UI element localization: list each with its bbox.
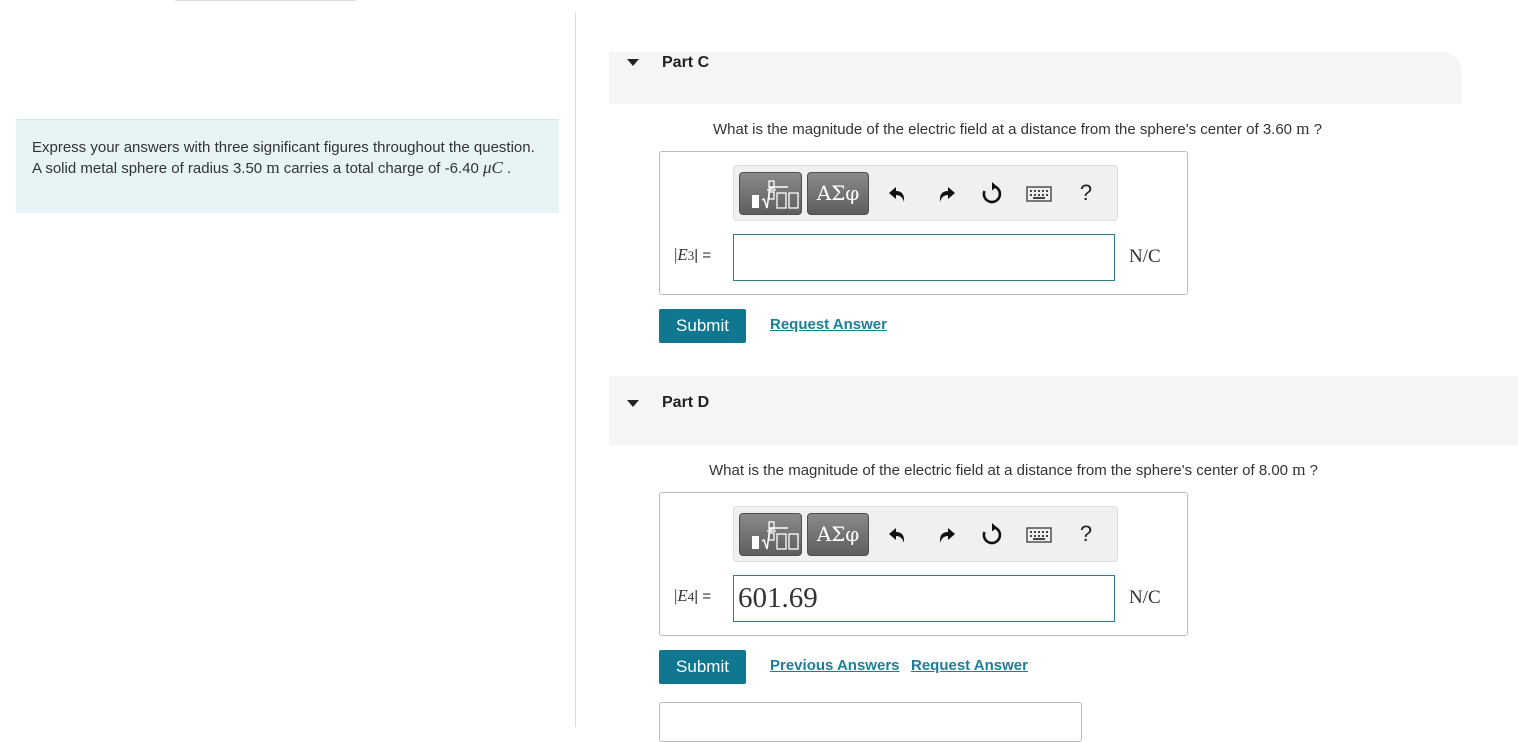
redo-icon[interactable] — [933, 181, 959, 207]
part-d-variable-label: |E4| = — [674, 586, 711, 606]
problem-intro: Express your answers with three signific… — [16, 119, 559, 213]
keyboard-icon[interactable] — [1025, 522, 1053, 548]
part-d-question: What is the magnitude of the electric fi… — [709, 460, 1318, 480]
templates-icon — [752, 521, 799, 550]
collapse-triangle-icon[interactable] — [627, 400, 639, 407]
templates-button[interactable] — [739, 172, 802, 215]
templates-button[interactable] — [739, 513, 802, 556]
part-c-variable-label: |E3| = — [674, 245, 711, 265]
templates-icon — [752, 180, 799, 209]
undo-icon[interactable] — [885, 522, 911, 548]
part-c-request-answer-link[interactable]: Request Answer — [770, 316, 887, 333]
part-d-answer-input[interactable]: 601.69 — [733, 575, 1115, 622]
radius-unit: m — [266, 158, 280, 177]
question-unit: m — [1296, 119, 1310, 138]
var-name: E — [677, 586, 688, 605]
question-unit: m — [1292, 460, 1306, 479]
part-c-answer-box: ΑΣφ ? |E3| = N/C — [659, 151, 1188, 295]
part-c-question: What is the magnitude of the electric fi… — [713, 119, 1322, 139]
part-d-submit-button[interactable]: Submit — [659, 650, 746, 684]
part-c-submit-button[interactable]: Submit — [659, 309, 746, 343]
column-divider — [575, 12, 576, 727]
greek-symbols-button[interactable]: ΑΣφ — [807, 172, 869, 215]
feedback-box — [659, 702, 1082, 742]
top-divider — [175, 0, 356, 3]
part-d-unit: N/C — [1129, 587, 1161, 608]
part-d-title: Part D — [662, 394, 710, 411]
part-d-request-answer-link[interactable]: Request Answer — [911, 657, 1028, 674]
part-c-answer-input[interactable] — [733, 234, 1115, 281]
math-toolbar: ΑΣφ ? — [733, 506, 1118, 562]
question-text: What is the magnitude of the electric fi… — [713, 121, 1293, 138]
abs-close-equals: | = — [694, 588, 712, 605]
keyboard-icon[interactable] — [1025, 181, 1053, 207]
part-c-unit: N/C — [1129, 246, 1161, 267]
abs-close-equals: | = — [694, 247, 712, 264]
part-c-header[interactable]: Part C — [609, 52, 1462, 104]
var-name: E — [677, 245, 688, 264]
question-end: ? — [1313, 121, 1322, 138]
question-text: What is the magnitude of the electric fi… — [709, 462, 1289, 479]
part-c-title: Part C — [662, 54, 710, 71]
redo-icon[interactable] — [933, 522, 959, 548]
part-d-header[interactable]: Part D — [609, 376, 1518, 445]
intro-period: . — [507, 160, 512, 177]
intro-text-2: carries a total charge of -6.40 — [283, 160, 479, 177]
greek-symbols-button[interactable]: ΑΣφ — [807, 513, 869, 556]
reset-icon[interactable] — [979, 181, 1005, 207]
math-toolbar: ΑΣφ ? — [733, 165, 1118, 221]
part-d-previous-answers-link[interactable]: Previous Answers — [770, 657, 900, 674]
help-icon[interactable]: ? — [1073, 521, 1099, 547]
reset-icon[interactable] — [979, 522, 1005, 548]
help-icon[interactable]: ? — [1073, 180, 1099, 206]
question-end: ? — [1309, 462, 1318, 479]
part-d-answer-box: ΑΣφ ? |E4| = 601.69 N/C — [659, 492, 1188, 636]
charge-unit: μC — [483, 158, 503, 177]
collapse-triangle-icon[interactable] — [627, 59, 639, 66]
undo-icon[interactable] — [885, 181, 911, 207]
